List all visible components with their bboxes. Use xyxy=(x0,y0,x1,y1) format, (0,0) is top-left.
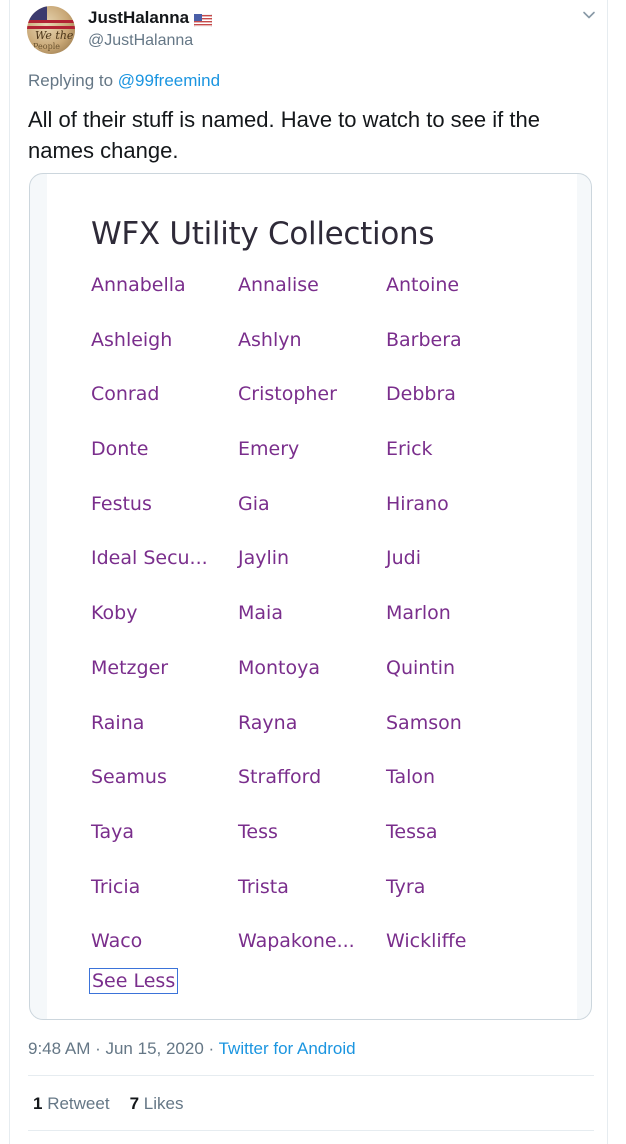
collection-name: Seamus xyxy=(91,766,167,789)
collection-name: Antoine xyxy=(386,274,460,296)
collection-name: Montoya xyxy=(238,656,321,679)
media-card[interactable]: WFX Utility Collections Annabella Annalis… xyxy=(29,173,592,1020)
retweet-stat[interactable]: 1 Retweet xyxy=(33,1094,110,1114)
svg-text:We the: We the xyxy=(35,29,74,42)
collection-name: Tricia xyxy=(91,875,141,898)
likes-stat[interactable]: 7 Likes xyxy=(130,1094,184,1114)
collection-name: Judi xyxy=(386,547,421,570)
svg-text:People: People xyxy=(33,42,60,51)
tweet-timestamp: 9:48 AM · Jun 15, 2020 · Twitter for And… xyxy=(28,1039,356,1059)
collection-name: Gia xyxy=(238,492,270,515)
like-count: 7 xyxy=(129,1094,140,1113)
collection-name: Festus xyxy=(91,492,152,515)
chevron-down-icon[interactable] xyxy=(582,8,596,22)
retweet-label: Retweet xyxy=(47,1094,110,1113)
collection-name: Trista xyxy=(238,875,289,898)
collection-name: Tess xyxy=(238,820,278,843)
collection-name: Marlon xyxy=(386,602,451,625)
display-name[interactable]: JustHalanna xyxy=(88,8,213,28)
collection-name: Strafford xyxy=(238,766,322,789)
replying-to: Replying to @99freemind xyxy=(28,71,220,91)
display-name-text[interactable]: JustHalanna xyxy=(88,8,189,28)
collection-name: Samson xyxy=(386,711,462,734)
collection-name: Emery xyxy=(238,438,300,461)
collection-name: Ashleigh xyxy=(91,328,173,351)
collection-title: WFX Utility Collections xyxy=(91,216,435,252)
collection-name: Erick xyxy=(386,438,433,461)
tweet-stats: 1 Retweet 7 Likes xyxy=(33,1094,183,1114)
see-less-button: See Less xyxy=(89,968,179,994)
tweet-text: All of their stuff is named. Have to wat… xyxy=(28,107,540,163)
mention-link[interactable]: @99freemind xyxy=(118,71,220,90)
collection-name: Annabella xyxy=(91,274,186,296)
collection-name: Koby xyxy=(91,602,138,625)
collection-name: Rayna xyxy=(238,711,298,734)
collection-name: Metzger xyxy=(91,656,169,679)
divider xyxy=(28,1075,594,1076)
collection-name: Annalise xyxy=(238,274,319,296)
divider xyxy=(28,1130,594,1131)
retweet-count: 1 xyxy=(33,1094,43,1113)
collection-name: Talon xyxy=(386,766,436,789)
collection-name: Wickliffe xyxy=(386,930,467,953)
tweet-time[interactable]: 9:48 AM · Jun 15, 2020 · xyxy=(28,1039,219,1058)
collection-name: Ideal Secu... xyxy=(91,547,208,570)
avatar[interactable]: We the People xyxy=(27,6,75,54)
tweet-source-link[interactable]: Twitter for Android xyxy=(219,1039,356,1058)
names-grid: Annabella Annalise Antoine Ashleigh Ashlyn Ba… xyxy=(91,274,536,985)
collection-name: Barbera xyxy=(386,328,462,351)
user-handle[interactable]: @JustHalanna xyxy=(88,32,193,50)
collection-name: Wapakone... xyxy=(238,930,355,953)
collection-name: Hirano xyxy=(386,492,449,515)
replying-to-label: Replying to xyxy=(28,71,118,90)
collection-name: Debbra xyxy=(386,383,456,406)
collection-name: Ashlyn xyxy=(238,328,302,351)
collection-name: Tessa xyxy=(386,820,438,843)
collection-name: Quintin xyxy=(386,656,456,679)
media-image: WFX Utility Collections Annabella Annalis… xyxy=(47,174,577,1019)
collection-name: Raina xyxy=(91,711,145,734)
collection-name: Taya xyxy=(91,820,134,843)
us-flag-icon xyxy=(193,12,213,27)
collection-name: Tyra xyxy=(386,875,426,898)
collection-name: Maia xyxy=(238,602,283,625)
collection-name: Donte xyxy=(91,438,149,461)
collection-name: Cristopher xyxy=(238,383,337,406)
collection-name: Conrad xyxy=(91,383,160,406)
like-label: Likes xyxy=(143,1094,184,1113)
collection-name: Jaylin xyxy=(238,547,290,570)
